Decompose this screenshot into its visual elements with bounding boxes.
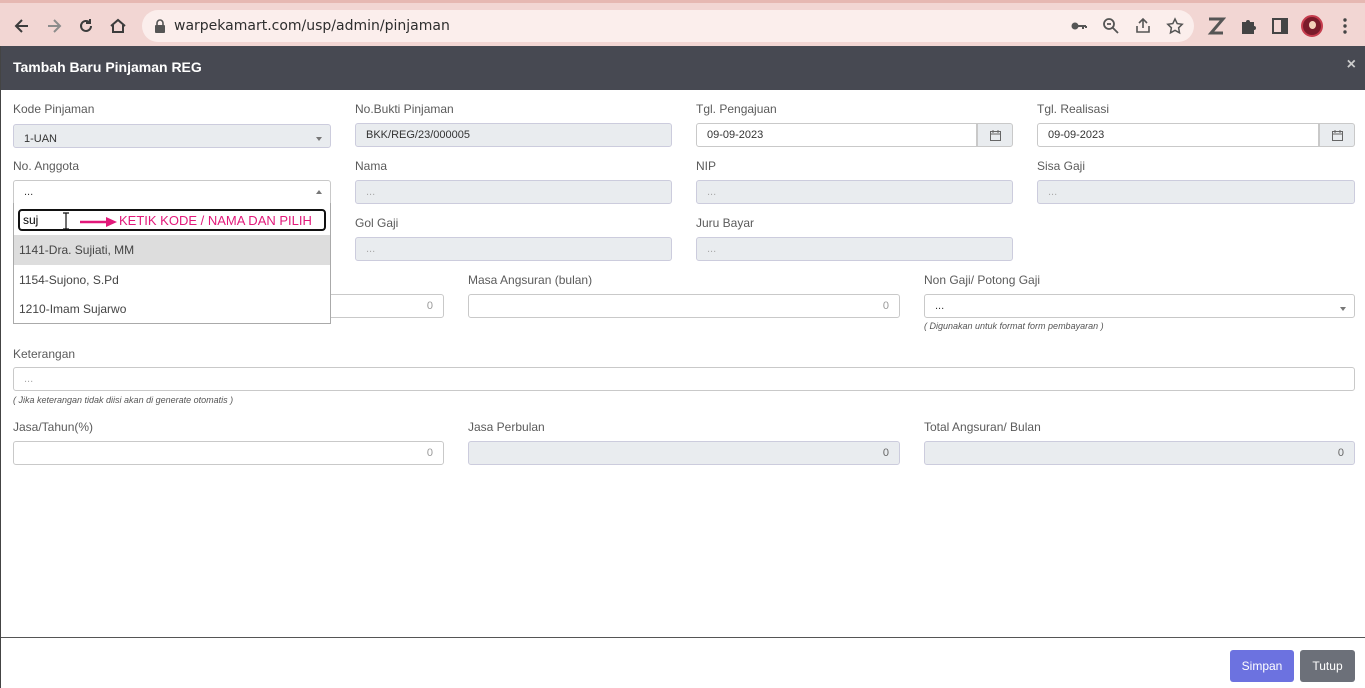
dropdown-search-value: suj bbox=[23, 213, 39, 227]
dropdown-option[interactable]: 1141-Dra. Sujiati, MM bbox=[14, 235, 330, 265]
total-angsuran-field[interactable]: 0 bbox=[924, 441, 1355, 465]
key-icon[interactable] bbox=[1070, 17, 1088, 35]
save-button[interactable]: Simpan bbox=[1230, 650, 1294, 682]
no-bukti-value: BKK/REG/23/000005 bbox=[366, 129, 470, 141]
nama-field[interactable]: ... bbox=[355, 180, 672, 204]
juru-bayar-label: Juru Bayar bbox=[696, 216, 755, 230]
tgl-pengajuan-value: 09-09-2023 bbox=[707, 129, 764, 141]
lock-icon[interactable] bbox=[154, 19, 166, 33]
dropdown-option[interactable]: 1154-Sujono, S.Pd bbox=[14, 265, 330, 295]
close-button[interactable]: Tutup bbox=[1300, 650, 1355, 682]
jasa-tahun-input[interactable]: 0 bbox=[13, 441, 444, 465]
kode-pinjaman-value: 1-UAN bbox=[24, 133, 58, 145]
tgl-realisasi-label: Tgl. Realisasi bbox=[1037, 102, 1110, 116]
tgl-pengajuan-input[interactable]: 09-09-2023 bbox=[696, 123, 977, 147]
nama-label: Nama bbox=[355, 159, 388, 173]
sisa-gaji-placeholder: ... bbox=[1048, 186, 1058, 198]
jasa-tahun-label: Jasa/Tahun(%) bbox=[13, 420, 94, 434]
zoom-icon[interactable] bbox=[1102, 17, 1120, 35]
reload-icon[interactable] bbox=[75, 15, 97, 37]
total-angsuran-value: 0 bbox=[1337, 447, 1344, 459]
no-anggota-select[interactable]: ... bbox=[13, 180, 331, 204]
non-gaji-select[interactable]: ... bbox=[924, 294, 1355, 318]
tgl-pengajuan-label: Tgl. Pengajuan bbox=[696, 102, 777, 116]
profile-avatar[interactable] bbox=[1301, 15, 1323, 37]
nip-field[interactable]: ... bbox=[696, 180, 1013, 204]
jasa-perbulan-field[interactable]: 0 bbox=[468, 441, 900, 465]
dropdown-option[interactable]: 1210-Imam Sujarwo bbox=[14, 294, 330, 324]
dropdown-annotation: KETIK KODE / NAMA DAN PILIH bbox=[119, 213, 312, 228]
non-gaji-label: Non Gaji/ Potong Gaji bbox=[924, 273, 1041, 287]
star-icon[interactable] bbox=[1166, 17, 1184, 35]
total-angsuran-label: Total Angsuran/ Bulan bbox=[924, 420, 1041, 434]
puzzle-icon[interactable] bbox=[1238, 16, 1258, 36]
masa-angsuran-value: 0 bbox=[882, 300, 889, 312]
chevron-down-icon bbox=[1340, 307, 1346, 311]
gol-gaji-label: Gol Gaji bbox=[355, 216, 399, 230]
sidepanel-icon[interactable] bbox=[1270, 16, 1290, 36]
chevron-down-icon bbox=[316, 137, 322, 141]
keterangan-placeholder: ... bbox=[24, 373, 34, 385]
no-bukti-field[interactable]: BKK/REG/23/000005 bbox=[355, 123, 672, 147]
share-icon[interactable] bbox=[1134, 17, 1152, 35]
calendar-icon[interactable] bbox=[977, 123, 1013, 147]
address-bar[interactable]: warpekamart.com/usp/admin/pinjaman bbox=[142, 10, 1194, 42]
kode-pinjaman-label: Kode Pinjaman bbox=[13, 102, 95, 116]
modal-header: Tambah Baru Pinjaman REG × bbox=[1, 46, 1365, 90]
calendar-icon[interactable] bbox=[1319, 123, 1355, 147]
modal-title: Tambah Baru Pinjaman REG bbox=[13, 59, 202, 75]
modal-footer: Simpan Tutup bbox=[1, 637, 1365, 688]
jasa-perbulan-value: 0 bbox=[882, 447, 889, 459]
tgl-realisasi-input[interactable]: 09-09-2023 bbox=[1037, 123, 1319, 147]
jumlah-pinjaman-value: 0 bbox=[426, 300, 433, 312]
nip-label: NIP bbox=[696, 159, 717, 173]
dropdown-search-input[interactable]: suj KETIK KODE / NAMA DAN PILIH bbox=[18, 209, 326, 231]
no-bukti-label: No.Bukti Pinjaman bbox=[355, 102, 454, 116]
chevron-up-icon bbox=[316, 190, 322, 194]
back-icon[interactable] bbox=[11, 15, 33, 37]
anggota-dropdown: suj KETIK KODE / NAMA DAN PILIH 1141-Dra… bbox=[13, 203, 331, 324]
jasa-tahun-value: 0 bbox=[426, 447, 433, 459]
masa-angsuran-input[interactable]: 0 bbox=[468, 294, 900, 318]
close-icon[interactable]: × bbox=[1347, 56, 1356, 74]
tgl-realisasi-value: 09-09-2023 bbox=[1048, 129, 1105, 141]
arrow-icon bbox=[80, 217, 117, 227]
menu-icon[interactable] bbox=[1335, 16, 1355, 36]
keterangan-input[interactable]: ... bbox=[13, 367, 1355, 391]
sisa-gaji-label: Sisa Gaji bbox=[1037, 159, 1086, 173]
non-gaji-value: ... bbox=[935, 300, 945, 312]
gol-gaji-placeholder: ... bbox=[366, 243, 376, 255]
nama-placeholder: ... bbox=[366, 186, 376, 198]
keterangan-hint: ( Jika keterangan tidak diisi akan di ge… bbox=[13, 395, 234, 405]
home-icon[interactable] bbox=[107, 15, 129, 37]
text-cursor-icon bbox=[63, 212, 69, 230]
jasa-perbulan-label: Jasa Perbulan bbox=[468, 420, 545, 434]
sisa-gaji-field[interactable]: ... bbox=[1037, 180, 1355, 204]
forward-icon[interactable] bbox=[43, 15, 65, 37]
gol-gaji-field[interactable]: ... bbox=[355, 237, 672, 261]
no-anggota-label: No. Anggota bbox=[13, 159, 80, 173]
juru-bayar-field[interactable]: ... bbox=[696, 237, 1013, 261]
masa-angsuran-label: Masa Angsuran (bulan) bbox=[468, 273, 593, 287]
modal-dialog: Tambah Baru Pinjaman REG × Kode Pinjaman… bbox=[0, 46, 1365, 688]
nip-placeholder: ... bbox=[707, 186, 717, 198]
keterangan-label: Keterangan bbox=[13, 347, 76, 361]
no-anggota-value: ... bbox=[24, 186, 34, 198]
non-gaji-hint: ( Digunakan untuk format form pembayaran… bbox=[924, 321, 1104, 331]
url-text[interactable]: warpekamart.com/usp/admin/pinjaman bbox=[174, 18, 450, 34]
z-extension-icon[interactable] bbox=[1206, 16, 1226, 36]
browser-toolbar: warpekamart.com/usp/admin/pinjaman bbox=[0, 0, 1365, 46]
kode-pinjaman-select[interactable]: 1-UAN bbox=[13, 124, 331, 148]
juru-bayar-placeholder: ... bbox=[707, 243, 717, 255]
